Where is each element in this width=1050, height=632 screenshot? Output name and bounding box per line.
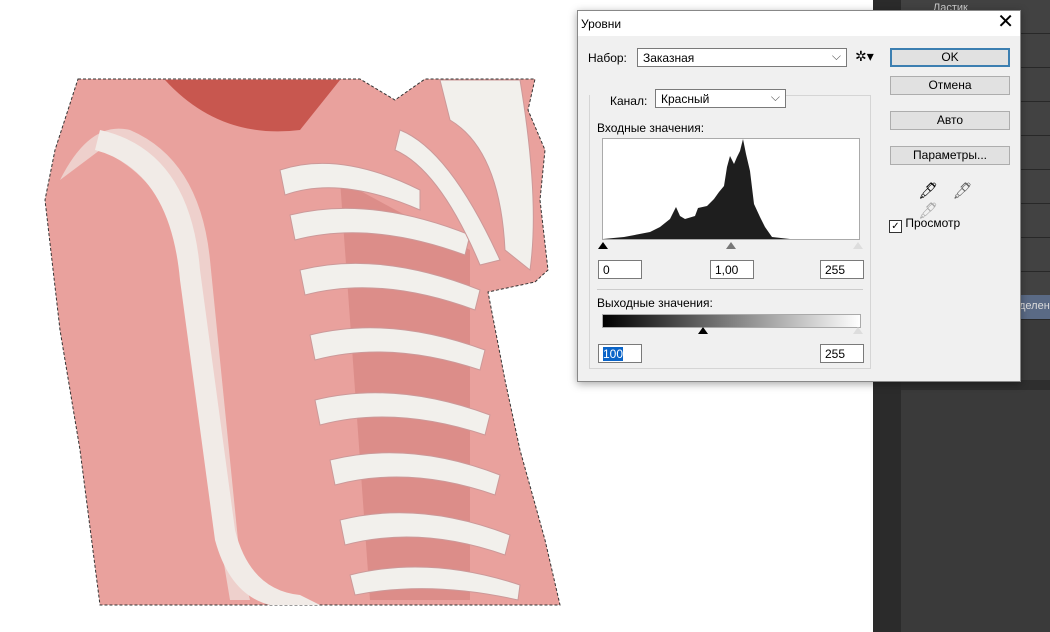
output-gradient [602, 314, 861, 328]
shoe-image [44, 78, 561, 606]
cancel-button[interactable]: Отмена [890, 76, 1010, 95]
output-white-field[interactable]: 255 [820, 344, 864, 363]
histogram [602, 138, 860, 240]
dialog-title: Уровни [581, 17, 622, 31]
input-black-field[interactable]: 0 [598, 260, 642, 279]
output-black-field[interactable]: 100 [598, 344, 642, 363]
input-gamma-field[interactable]: 1,00 [710, 260, 754, 279]
preview-checkbox[interactable]: ✓ Просмотр [889, 216, 960, 233]
channel-group: Канал: Красный ⌵ Входные значения: 0 1,00… [589, 86, 871, 369]
gray-eyedropper-icon[interactable]: 🖋 [952, 183, 986, 200]
check-icon: ✓ [889, 220, 902, 233]
channel-label: Канал: [610, 94, 648, 108]
options-button[interactable]: Параметры... [890, 146, 1010, 165]
close-icon[interactable]: ✕ [997, 12, 1014, 32]
input-black-slider[interactable] [598, 242, 608, 249]
title-bar[interactable]: Уровни ✕ [578, 11, 1020, 36]
output-white-slider[interactable] [853, 327, 863, 334]
levels-dialog: Уровни ✕ Набор: Заказная ⌵ ✲▾ OK Отмена А… [577, 10, 1021, 382]
channel-select[interactable]: Красный ⌵ [655, 89, 786, 108]
input-levels-label: Входные значения: [597, 121, 705, 135]
preset-label: Набор: [588, 51, 627, 65]
output-levels-label: Выходные значения: [597, 296, 713, 310]
input-white-slider[interactable] [853, 242, 863, 249]
gear-icon[interactable]: ✲▾ [855, 48, 874, 65]
ok-button[interactable]: OK [890, 48, 1010, 67]
auto-button[interactable]: Авто [890, 111, 1010, 130]
input-white-field[interactable]: 255 [820, 260, 864, 279]
preset-select[interactable]: Заказная ⌵ [637, 48, 847, 67]
input-gamma-slider[interactable] [726, 242, 736, 249]
chevron-down-icon: ⌵ [770, 90, 780, 104]
output-black-slider[interactable] [698, 327, 708, 334]
chevron-down-icon: ⌵ [831, 49, 841, 63]
black-eyedropper-icon[interactable]: 🖋 [918, 183, 952, 200]
